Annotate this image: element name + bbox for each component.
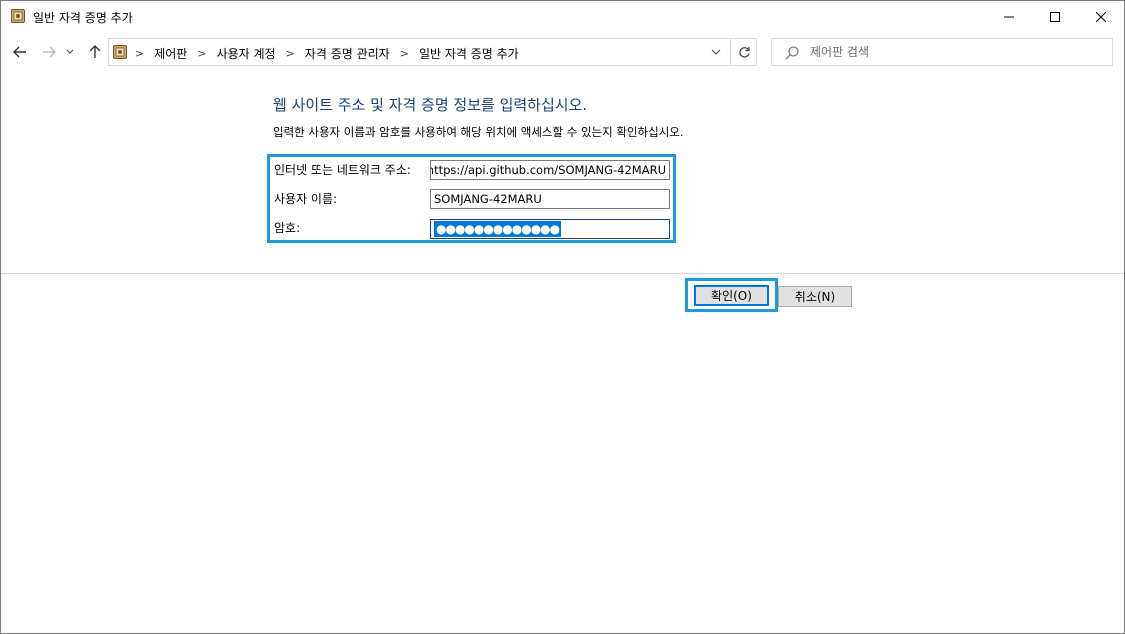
window-title: 일반 자격 증명 추가 (33, 11, 133, 25)
navigation-bar: > 제어판 > 사용자 계정 > 자격 증명 관리자 > 일반 자격 증명 추가 (1, 32, 1124, 72)
page-description: 입력한 사용자 이름과 암호를 사용하여 해당 위치에 액세스할 수 있는지 확… (273, 125, 684, 139)
breadcrumb: > 제어판 > 사용자 계정 > 자격 증명 관리자 > 일반 자격 증명 추가 (131, 45, 519, 62)
username-label: 사용자 이름: (274, 192, 338, 206)
arrow-left-icon (13, 46, 26, 58)
arrow-right-icon (43, 46, 56, 58)
address-divider (730, 39, 731, 65)
ok-button-highlight: 확인(O) (685, 278, 778, 312)
breadcrumb-item-credential-manager[interactable]: 자격 증명 관리자 (305, 45, 390, 62)
credential-form: 인터넷 또는 네트워크 주소: https://api.github.com/S… (267, 154, 676, 243)
refresh-button[interactable] (733, 42, 755, 62)
page-heading: 웹 사이트 주소 및 자격 증명 정보를 입력하십시오. (273, 96, 588, 114)
breadcrumb-separator-icon[interactable]: > (135, 47, 144, 60)
password-field[interactable]: ●●●●●●●●●●●●● (430, 219, 670, 239)
username-field[interactable]: SOMJANG-42MARU (430, 189, 670, 209)
minimize-icon (1004, 16, 1014, 17)
button-divider (1, 273, 1124, 274)
address-dropdown-button[interactable] (705, 43, 727, 61)
address-field[interactable]: https://api.github.com/SOMJANG-42MARU (430, 160, 670, 180)
up-button[interactable] (84, 41, 106, 63)
minimize-button[interactable] (986, 1, 1032, 32)
title-bar: 일반 자격 증명 추가 (1, 1, 1124, 32)
chevron-down-icon (66, 49, 74, 54)
maximize-icon (1050, 11, 1060, 22)
maximize-button[interactable] (1032, 1, 1078, 32)
search-box[interactable] (771, 38, 1113, 66)
breadcrumb-item-control-panel[interactable]: 제어판 (154, 45, 187, 62)
password-masked-value: ●●●●●●●●●●●●● (434, 221, 562, 237)
arrow-up-icon (89, 45, 101, 58)
dialog-window: 일반 자격 증명 추가 > 제어판 > 사용자 계정 > 자격 증명 관리자 >… (0, 0, 1125, 634)
refresh-icon (738, 46, 750, 58)
close-icon (1096, 11, 1106, 22)
credential-manager-icon (11, 9, 25, 23)
search-icon (784, 45, 800, 61)
address-bar[interactable]: > 제어판 > 사용자 계정 > 자격 증명 관리자 > 일반 자격 증명 추가 (108, 38, 757, 66)
cancel-button[interactable]: 취소(N) (778, 286, 852, 307)
breadcrumb-item-add-generic-credential[interactable]: 일반 자격 증명 추가 (419, 45, 519, 62)
password-label: 암호: (274, 221, 301, 235)
forward-button[interactable] (38, 41, 60, 63)
close-button[interactable] (1078, 1, 1124, 32)
breadcrumb-item-user-accounts[interactable]: 사용자 계정 (217, 45, 276, 62)
breadcrumb-separator-icon[interactable]: > (286, 47, 295, 60)
back-button[interactable] (9, 41, 31, 63)
breadcrumb-separator-icon[interactable]: > (197, 47, 206, 60)
recent-locations-button[interactable] (63, 41, 77, 63)
search-input[interactable] (810, 42, 1100, 62)
ok-button[interactable]: 확인(O) (694, 285, 769, 306)
breadcrumb-separator-icon[interactable]: > (400, 47, 409, 60)
address-value: https://api.github.com/SOMJANG-42MARU (430, 163, 666, 177)
control-panel-icon (113, 45, 127, 59)
chevron-down-icon (711, 49, 721, 55)
address-label: 인터넷 또는 네트워크 주소: (274, 163, 411, 177)
